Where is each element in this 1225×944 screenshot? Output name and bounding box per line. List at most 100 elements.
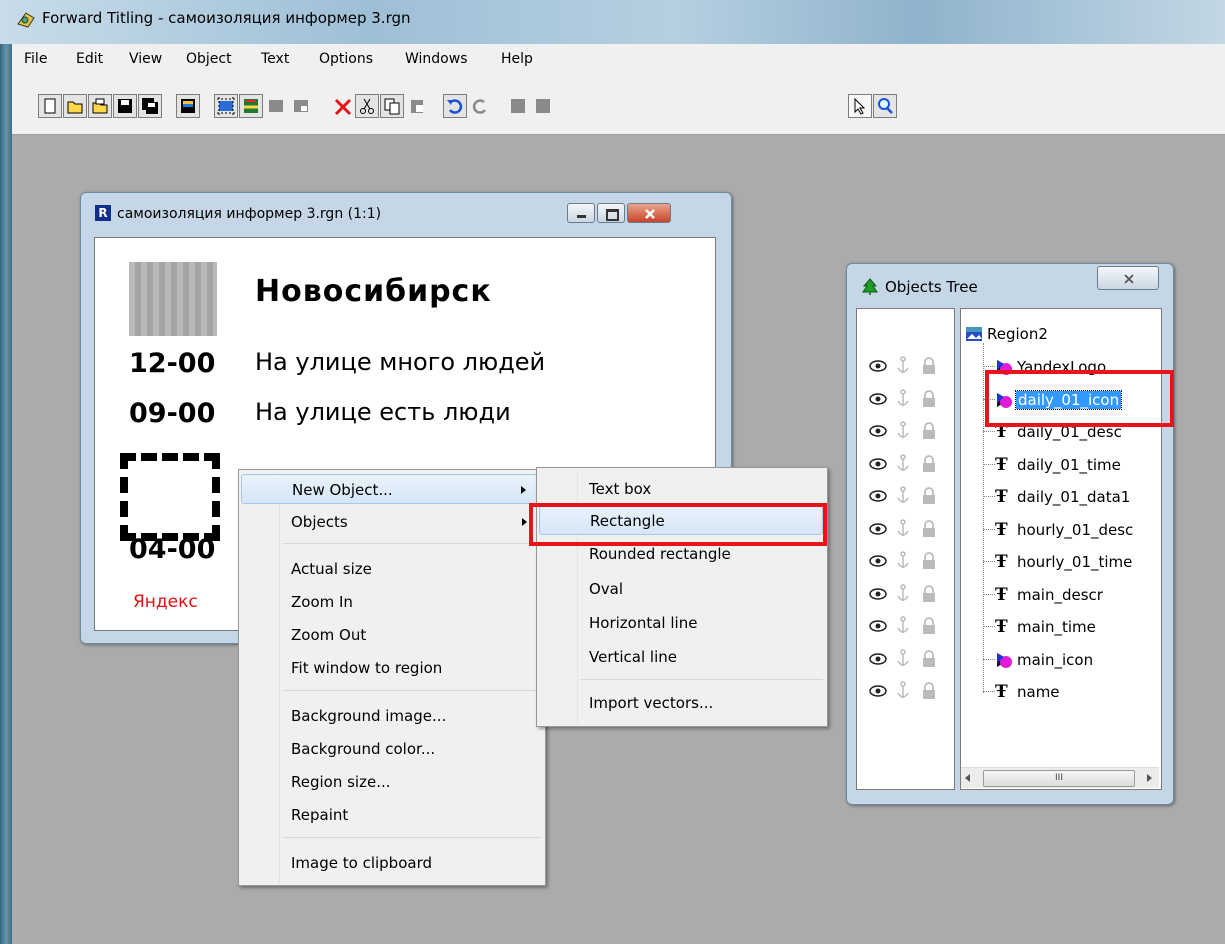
city-name[interactable]: Новосибирск: [255, 274, 492, 309]
disabled-tool-icon[interactable]: [531, 94, 555, 118]
horizontal-scrollbar[interactable]: III: [961, 767, 1159, 788]
text-icon: Ŧ: [995, 487, 1008, 507]
submenu-item[interactable]: Horizontal line: [539, 608, 823, 638]
context-menu-item[interactable]: Objects: [241, 507, 541, 537]
lock-icon[interactable]: [921, 356, 937, 376]
eye-icon[interactable]: [869, 618, 887, 634]
maximize-button[interactable]: [597, 203, 625, 223]
menu-options[interactable]: Options: [319, 51, 373, 67]
lock-icon[interactable]: [921, 681, 937, 701]
disabled-tool-icon[interactable]: [264, 94, 288, 118]
eye-icon[interactable]: [869, 521, 887, 537]
pointer-icon[interactable]: [848, 94, 872, 118]
submenu-arrow-icon: [521, 486, 526, 494]
context-menu-item[interactable]: Zoom In: [241, 587, 541, 617]
description-1[interactable]: На улице много людей: [255, 348, 545, 376]
anchor-icon[interactable]: [895, 518, 911, 539]
eye-icon[interactable]: [869, 358, 887, 374]
anchor-icon[interactable]: [895, 453, 911, 474]
anchor-icon[interactable]: [895, 486, 911, 506]
weather-icon-placeholder[interactable]: [129, 262, 217, 336]
paste-icon[interactable]: [405, 94, 429, 118]
context-menu-item[interactable]: Background color...: [241, 734, 541, 764]
eye-icon[interactable]: [869, 456, 887, 472]
context-menu-item[interactable]: Actual size: [241, 554, 541, 584]
context-menu-item[interactable]: New Object...: [241, 474, 541, 504]
yandex-logo[interactable]: Яндекс: [133, 592, 198, 612]
redo-icon[interactable]: [468, 94, 492, 118]
lock-icon[interactable]: [921, 551, 937, 571]
lock-icon[interactable]: [921, 421, 937, 441]
context-menu-item[interactable]: Zoom Out: [241, 620, 541, 650]
context-menu-item[interactable]: Region size...: [241, 767, 541, 797]
context-menu-item[interactable]: Repaint: [241, 800, 541, 830]
anchor-icon[interactable]: [895, 583, 911, 604]
eye-icon[interactable]: [869, 488, 887, 504]
anchor-icon[interactable]: [895, 551, 911, 571]
eye-icon[interactable]: [869, 683, 887, 699]
close-button[interactable]: [1097, 266, 1159, 290]
anchor-icon[interactable]: [895, 421, 911, 441]
context-menu-item[interactable]: Fit window to region: [241, 653, 541, 683]
scroll-right-icon[interactable]: [1147, 774, 1152, 782]
menu-windows[interactable]: Windows: [405, 51, 468, 67]
eye-icon[interactable]: [869, 553, 887, 569]
submenu-item[interactable]: Text box: [539, 474, 823, 504]
delete-icon[interactable]: [330, 94, 354, 118]
open-file-icon[interactable]: [63, 94, 87, 118]
save-all-icon[interactable]: [138, 94, 162, 118]
open-folder-icon[interactable]: [88, 94, 112, 118]
anchor-icon[interactable]: [895, 388, 911, 409]
lock-icon[interactable]: [921, 584, 937, 604]
disabled-tool-icon[interactable]: [506, 94, 530, 118]
save-icon[interactable]: [113, 94, 137, 118]
cut-icon[interactable]: [355, 94, 379, 118]
text-icon: Ŧ: [995, 552, 1008, 572]
new-file-icon[interactable]: [38, 94, 62, 118]
lock-icon[interactable]: [921, 486, 937, 506]
select-region-icon[interactable]: [214, 94, 238, 118]
undo-icon[interactable]: [443, 94, 467, 118]
lock-icon[interactable]: [921, 454, 937, 474]
submenu-item[interactable]: Vertical line: [539, 642, 823, 672]
time-2[interactable]: 09-00: [129, 398, 215, 429]
scroll-left-icon[interactable]: [965, 774, 970, 782]
menu-view[interactable]: View: [129, 51, 162, 67]
menu-separator: [283, 837, 541, 838]
anchor-icon[interactable]: [895, 681, 911, 701]
eye-icon[interactable]: [869, 651, 887, 667]
export-icon[interactable]: [176, 94, 200, 118]
menu-file[interactable]: File: [24, 51, 47, 67]
scrollbar-thumb[interactable]: III: [983, 770, 1135, 787]
description-2[interactable]: На улице есть люди: [255, 398, 511, 426]
lock-icon[interactable]: [921, 649, 937, 669]
window-title-bar[interactable]: Forward Titling - самоизоляция информер …: [0, 0, 1225, 44]
submenu-item[interactable]: Import vectors...: [539, 688, 823, 718]
minimize-button[interactable]: [567, 203, 595, 223]
context-menu-item[interactable]: Background image...: [241, 701, 541, 731]
anchor-icon[interactable]: [895, 648, 911, 669]
time-3[interactable]: 04-00: [129, 534, 215, 565]
zoom-icon[interactable]: [873, 94, 897, 118]
close-button[interactable]: [627, 203, 671, 223]
eye-icon[interactable]: [869, 423, 887, 439]
copy-icon[interactable]: [380, 94, 404, 118]
lock-icon[interactable]: [921, 389, 937, 409]
eye-icon[interactable]: [869, 391, 887, 407]
context-menu-item[interactable]: Image to clipboard: [241, 848, 541, 878]
menu-object[interactable]: Object: [186, 51, 232, 67]
menu-text[interactable]: Text: [261, 51, 289, 67]
menu-help[interactable]: Help: [501, 51, 533, 67]
objects-tree-window[interactable]: Objects Tree Region2 YandexLogo daily_01_i…: [846, 263, 1174, 805]
submenu-item[interactable]: Oval: [539, 574, 823, 604]
disabled-tool-icon[interactable]: [289, 94, 313, 118]
properties-icon[interactable]: [239, 94, 263, 118]
lock-icon[interactable]: [921, 616, 937, 636]
selected-icon-object[interactable]: [120, 453, 220, 541]
eye-icon[interactable]: [869, 586, 887, 602]
time-1[interactable]: 12-00: [129, 348, 215, 379]
anchor-icon[interactable]: [895, 616, 911, 636]
lock-icon[interactable]: [921, 519, 937, 539]
menu-edit[interactable]: Edit: [76, 51, 103, 67]
anchor-icon[interactable]: [895, 356, 911, 376]
